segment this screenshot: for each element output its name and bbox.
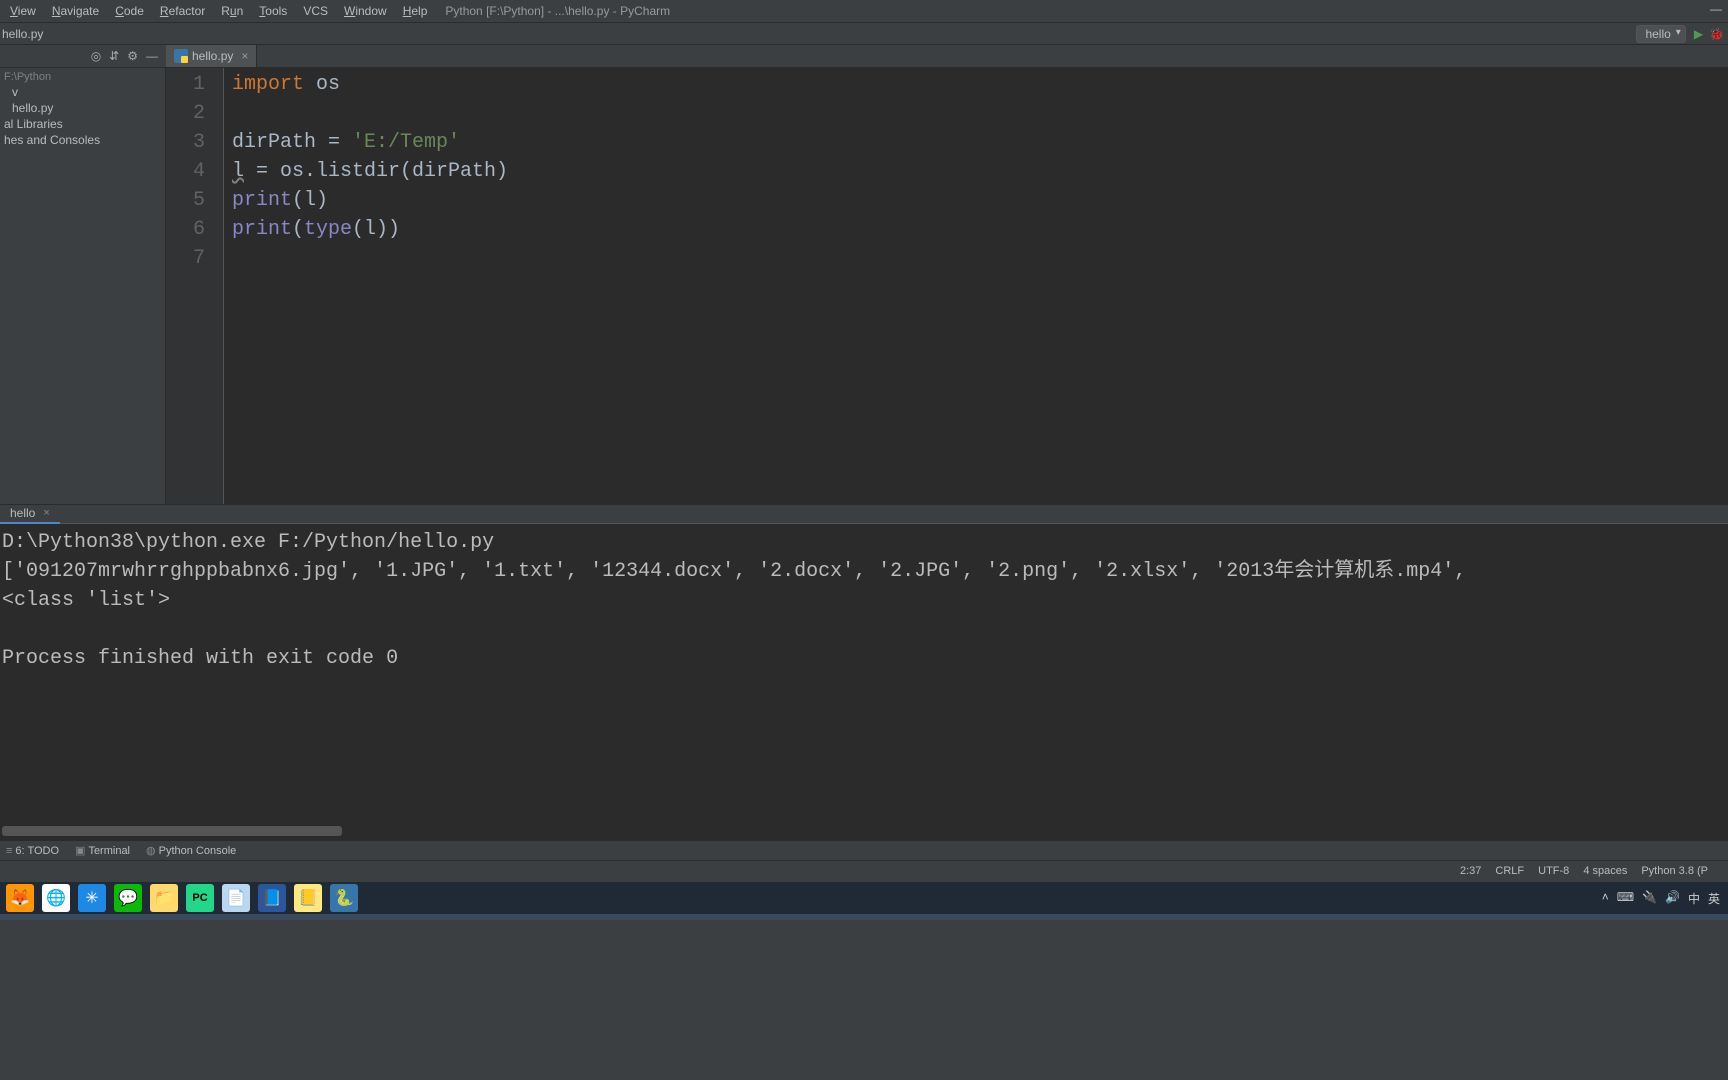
line-number: 6 (166, 215, 205, 244)
tray-ime-en-icon[interactable]: 英 (1708, 890, 1720, 907)
taskbar-peek-strip (0, 914, 1728, 920)
status-encoding[interactable]: UTF-8 (1538, 865, 1569, 877)
project-tool-buttons: ◎ ⇵ ⚙ — (0, 49, 166, 63)
taskbar-python-icon[interactable]: 🐍 (330, 884, 358, 912)
run-panel-header: hello × (0, 504, 1728, 524)
tray-chevron-icon[interactable]: ˄ (1602, 890, 1609, 907)
todo-tool[interactable]: ≡6: TODO (6, 845, 59, 857)
line-number: 4 (166, 157, 205, 186)
menu-vcs[interactable]: VCS (297, 2, 334, 20)
run-config-selector[interactable]: hello (1636, 25, 1685, 43)
project-node-external-libs[interactable]: al Libraries (0, 116, 165, 132)
tray-keyboard-icon[interactable]: ⌨ (1617, 890, 1634, 907)
taskbar-explorer-icon[interactable]: 📁 (150, 884, 178, 912)
taskbar-pycharm-icon[interactable]: PC (186, 884, 214, 912)
project-node-hello[interactable]: hello.py (0, 100, 165, 116)
horizontal-scrollbar[interactable] (2, 826, 342, 836)
menu-navigate[interactable]: Navigate (46, 2, 105, 20)
taskbar-notepad-icon[interactable]: 📄 (222, 884, 250, 912)
editor-tab-hello[interactable]: hello.py × (166, 45, 257, 67)
menu-window[interactable]: Window (338, 2, 393, 20)
window-title: Python [F:\Python] - ...\hello.py - PyCh… (445, 4, 670, 18)
menu-tools[interactable]: Tools (253, 2, 293, 20)
project-root[interactable]: F:\Python (0, 68, 165, 84)
tray-ime-zh-icon[interactable]: 中 (1688, 890, 1700, 907)
toolbar-row: ◎ ⇵ ⚙ — hello.py × (0, 44, 1728, 68)
line-number: 2 (166, 99, 205, 128)
bottom-toolbar: ≡6: TODO ▣Terminal ◍Python Console (0, 840, 1728, 860)
menu-refactor[interactable]: Refactor (154, 2, 211, 20)
python-file-icon (174, 49, 188, 63)
os-taskbar[interactable]: 🦊 🌐 ✳ 💬 📁 PC 📄 📘 📒 🐍 ˄ ⌨ 🔌 🔊 中 英 (0, 882, 1728, 914)
close-icon[interactable]: × (43, 507, 49, 519)
tray-volume-icon[interactable]: 🔊 (1665, 890, 1680, 907)
code-editor[interactable]: 1 2 3 4 5 6 7 import os dirPath = 'E:/Te… (166, 68, 1728, 504)
taskbar-notes-icon[interactable]: 📒 (294, 884, 322, 912)
line-number: 1 (166, 70, 205, 99)
terminal-tool[interactable]: ▣Terminal (75, 844, 130, 857)
collapse-icon[interactable]: ⇵ (109, 49, 119, 63)
main-menubar: VViewiew Navigate Code Refactor Run Tool… (0, 0, 1728, 22)
editor-tab-label: hello.py (192, 49, 233, 63)
taskbar-chrome-icon[interactable]: 🌐 (42, 884, 70, 912)
tray-power-icon[interactable]: 🔌 (1642, 890, 1657, 907)
taskbar-word-icon[interactable]: 📘 (258, 884, 286, 912)
status-interpreter[interactable]: Python 3.8 (P (1641, 865, 1708, 877)
run-tab-label: hello (10, 506, 35, 520)
locate-icon[interactable]: ◎ (91, 49, 101, 63)
taskbar-app-icon[interactable]: ✳ (78, 884, 106, 912)
run-tab-hello[interactable]: hello × (0, 504, 60, 524)
project-sidebar[interactable]: F:\Python v hello.py al Libraries hes an… (0, 68, 166, 504)
window-controls[interactable]: — (1710, 2, 1722, 16)
debug-button-icon[interactable]: 🐞 (1709, 27, 1724, 41)
breadcrumb-bar: hello.py hello ▶ 🐞 (0, 22, 1728, 44)
project-root-path: F:\Python (4, 71, 51, 83)
taskbar-wechat-icon[interactable]: 💬 (114, 884, 142, 912)
run-button-icon[interactable]: ▶ (1694, 27, 1703, 41)
hide-icon[interactable]: — (146, 49, 158, 63)
run-console[interactable]: D:\Python38\python.exe F:/Python/hello.p… (0, 524, 1728, 840)
project-node-scratches[interactable]: hes and Consoles (0, 132, 165, 148)
python-console-tool[interactable]: ◍Python Console (146, 844, 236, 857)
system-tray[interactable]: ˄ ⌨ 🔌 🔊 中 英 (1602, 890, 1720, 907)
breadcrumb-file[interactable]: hello.py (2, 27, 43, 41)
project-node-venv[interactable]: v (0, 84, 165, 100)
menu-run[interactable]: Run (215, 2, 249, 20)
menu-help[interactable]: Help (397, 2, 434, 20)
status-indent[interactable]: 4 spaces (1583, 865, 1627, 877)
workspace: F:\Python v hello.py al Libraries hes an… (0, 68, 1728, 504)
menu-code[interactable]: Code (109, 2, 150, 20)
close-icon[interactable]: × (241, 49, 248, 63)
menu-view[interactable]: VViewiew (4, 2, 42, 20)
status-line-sep[interactable]: CRLF (1495, 865, 1524, 877)
status-bar: 2:37 CRLF UTF-8 4 spaces Python 3.8 (P (0, 860, 1728, 880)
gear-icon[interactable]: ⚙ (127, 49, 138, 63)
line-number: 7 (166, 244, 205, 273)
code-area[interactable]: import os dirPath = 'E:/Temp' l = os.lis… (224, 68, 508, 504)
line-number: 5 (166, 186, 205, 215)
line-number-gutter: 1 2 3 4 5 6 7 (166, 68, 224, 504)
line-number: 3 (166, 128, 205, 157)
status-caret-pos[interactable]: 2:37 (1460, 865, 1481, 877)
taskbar-firefox-icon[interactable]: 🦊 (6, 884, 34, 912)
